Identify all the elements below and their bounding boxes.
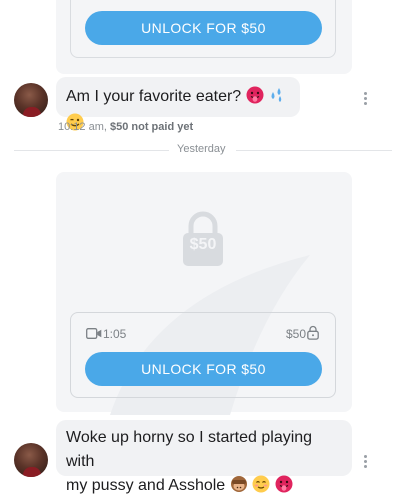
divider-line-right [236, 150, 392, 151]
message-meta: 10:12 am, $50 not paid yet [58, 121, 193, 133]
video-camera-icon [86, 328, 102, 339]
message-text: Am I your favorite eater? [66, 88, 242, 105]
date-divider: Yesterday [177, 143, 226, 155]
message-time: 10:12 am, [58, 121, 107, 133]
payment-status: $50 not paid yet [109, 121, 194, 133]
message-bubble: Am I your favorite eater? [56, 77, 300, 131]
lock-price: $50 [189, 236, 217, 253]
message-options-icon-2[interactable] [364, 455, 368, 470]
message-options-icon[interactable] [364, 92, 368, 107]
tongue-face-icon-2 [275, 475, 293, 501]
unlock-button-top[interactable]: UNLOCK FOR $50 [85, 11, 322, 45]
post-price: $50 [286, 327, 307, 341]
message-bubble-2: Woke up horny so I started playing with … [56, 420, 352, 494]
avatar[interactable] [14, 83, 48, 117]
unlock-button[interactable]: UNLOCK FOR $50 [85, 352, 322, 386]
sweat-droplets-icon [268, 86, 286, 112]
avatar-2[interactable] [14, 443, 48, 477]
video-duration: 1:05 [103, 327, 127, 341]
blushing-face-icon [252, 475, 270, 501]
see-no-evil-monkey-icon [230, 475, 248, 501]
message-text-line1: Woke up horny so I started playing with [66, 429, 313, 470]
tongue-face-icon [246, 86, 264, 112]
divider-line-left [14, 150, 169, 151]
small-lock-icon [307, 325, 319, 340]
